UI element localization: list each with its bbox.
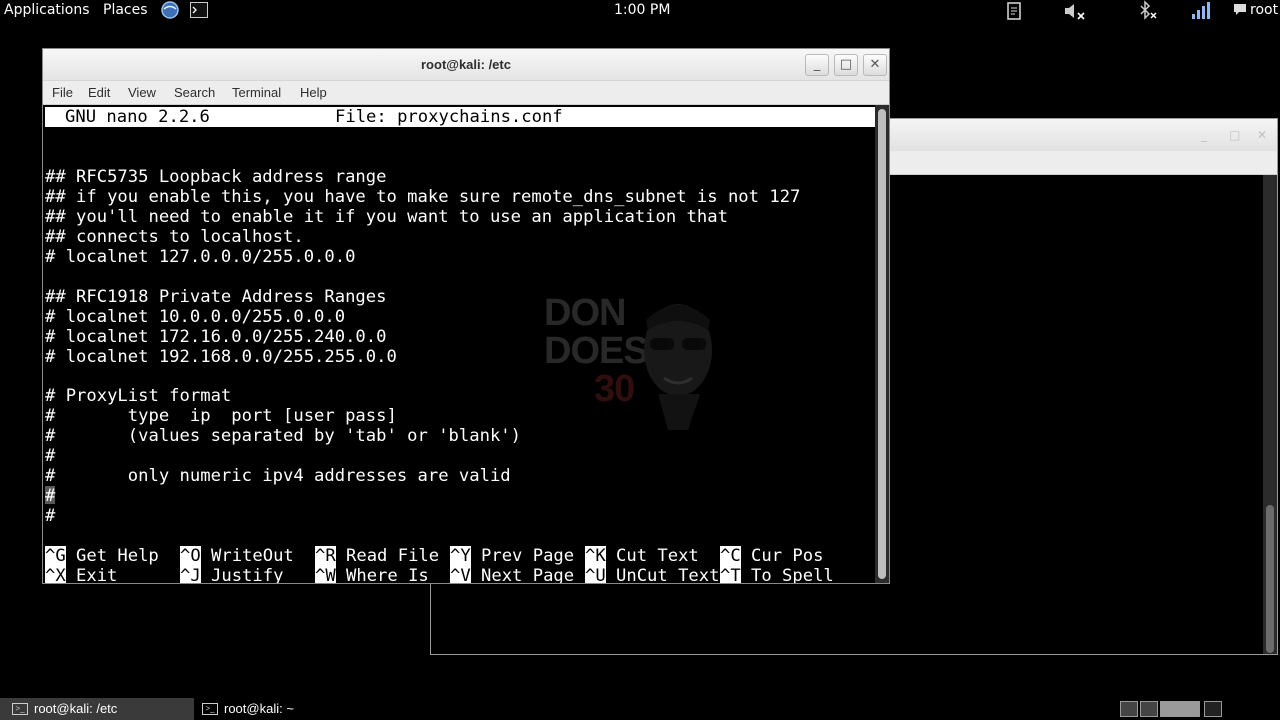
background-minimize-button[interactable]: _ — [1201, 128, 1207, 142]
network-signal-icon[interactable] — [1190, 0, 1212, 22]
shortcut-key: ^K — [585, 546, 606, 566]
shortcut-key: ^O — [180, 546, 201, 566]
terminal-icon: >_ — [202, 703, 218, 715]
shortcut-key: ^X — [45, 566, 66, 583]
chat-icon[interactable] — [1232, 0, 1248, 20]
file-line: ## RFC5735 Loopback address range — [45, 167, 387, 187]
volume-muted-icon[interactable] — [1062, 0, 1088, 22]
file-line: # localnet 172.16.0.0/255.240.0.0 — [45, 327, 387, 347]
menubar: File Edit View Search Terminal Help — [43, 81, 889, 105]
shortcut-where-is[interactable]: Where Is — [346, 566, 429, 583]
maximize-button[interactable]: □ — [834, 54, 858, 76]
file-line: # type ip port [user pass] — [45, 406, 397, 426]
taskbar-item-etc[interactable]: >_ root@kali: /etc — [0, 698, 194, 720]
workspace-2[interactable] — [1140, 701, 1158, 717]
file-line: ## if you enable this, you have to make … — [45, 187, 801, 207]
shortcut-justify[interactable]: Justify — [211, 566, 283, 583]
minimize-button[interactable]: _ — [805, 54, 829, 76]
clipboard-icon[interactable] — [1004, 0, 1026, 22]
clock[interactable]: 1:00 PM — [614, 2, 670, 18]
file-line: ## you'll need to enable it if you want … — [45, 207, 728, 227]
menu-view[interactable]: View — [128, 85, 156, 100]
shortcut-cut-text[interactable]: Cut Text — [616, 546, 699, 566]
shortcut-key: ^G — [45, 546, 66, 566]
shortcut-key: ^C — [720, 546, 741, 566]
workspace-1[interactable] — [1120, 701, 1138, 717]
file-line: # — [45, 506, 56, 526]
shortcut-key: ^V — [450, 566, 471, 583]
shortcut-key: ^J — [180, 566, 201, 583]
places-menu[interactable]: Places — [103, 2, 148, 18]
terminal-area[interactable]: GNU nano 2.2.6 File: proxychains.conf ##… — [43, 105, 877, 583]
text-cursor — [45, 486, 55, 504]
shortcut-key: ^T — [720, 566, 741, 583]
menu-file[interactable]: File — [52, 85, 73, 100]
menu-terminal[interactable]: Terminal — [232, 85, 281, 100]
taskbar-item-label: root@kali: ~ — [224, 701, 294, 716]
applications-menu[interactable]: Applications — [4, 2, 90, 18]
browser-icon[interactable] — [160, 0, 180, 20]
top-panel: Applications Places 1:00 PM root — [0, 0, 1280, 22]
terminal-icon: >_ — [12, 703, 28, 715]
close-button[interactable]: ✕ — [863, 54, 887, 76]
background-scrollbar[interactable] — [1263, 175, 1277, 654]
nano-version: GNU nano 2.2.6 — [65, 107, 210, 127]
watermark-face-icon — [644, 304, 712, 430]
menu-help[interactable]: Help — [300, 85, 327, 100]
file-line: # ProxyList format — [45, 386, 232, 406]
bottom-panel: >_ root@kali: /etc >_ root@kali: ~ — [0, 698, 1280, 720]
shortcut-to-spell[interactable]: To Spell — [751, 566, 834, 583]
workspace-4[interactable] — [1204, 701, 1222, 717]
background-scrollbar-thumb[interactable] — [1266, 505, 1274, 653]
file-line: # localnet 127.0.0.0/255.0.0.0 — [45, 247, 356, 267]
workspace-3-active[interactable] — [1160, 701, 1200, 717]
shortcut-key: ^U — [585, 566, 606, 583]
terminal-scrollbar[interactable] — [875, 105, 889, 583]
nano-filename: File: proxychains.conf — [335, 107, 563, 127]
file-line: # (values separated by 'tab' or 'blank') — [45, 426, 521, 446]
shortcut-writeout[interactable]: WriteOut — [211, 546, 294, 566]
shortcut-get-help[interactable]: Get Help — [76, 546, 159, 566]
taskbar-item-label: root@kali: /etc — [34, 701, 118, 716]
terminal-scrollbar-thumb[interactable] — [878, 109, 886, 579]
user-menu[interactable]: root — [1250, 2, 1278, 18]
file-line: # only numeric ipv4 addresses are valid — [45, 466, 511, 486]
shortcut-exit[interactable]: Exit — [76, 566, 117, 583]
shortcut-cur-pos[interactable]: Cur Pos — [751, 546, 823, 566]
window-title: root@kali: /etc — [421, 57, 511, 72]
shortcut-read-file[interactable]: Read File — [346, 546, 439, 566]
file-line: # localnet 10.0.0.0/255.0.0.0 — [45, 307, 346, 327]
shortcut-key: ^R — [315, 546, 336, 566]
menu-edit[interactable]: Edit — [88, 85, 110, 100]
file-line: ## connects to localhost. — [45, 227, 304, 247]
shortcut-key: ^W — [315, 566, 336, 583]
shortcut-next-page[interactable]: Next Page — [481, 566, 574, 583]
bluetooth-disabled-icon[interactable] — [1136, 0, 1160, 22]
background-close-button[interactable]: ✕ — [1257, 128, 1267, 142]
menu-search[interactable]: Search — [174, 85, 215, 100]
background-maximize-button[interactable]: □ — [1229, 128, 1240, 142]
shortcut-prev-page[interactable]: Prev Page — [481, 546, 574, 566]
file-line: # — [45, 446, 56, 466]
window-titlebar[interactable]: root@kali: /etc _ □ ✕ — [43, 49, 889, 81]
file-line: ## RFC1918 Private Address Ranges — [45, 287, 387, 307]
terminal-window[interactable]: root@kali: /etc _ □ ✕ File Edit View Sea… — [42, 48, 890, 584]
shortcut-uncut-text[interactable]: UnCut Text — [616, 566, 719, 583]
taskbar-item-home[interactable]: >_ root@kali: ~ — [190, 698, 390, 720]
nano-header: GNU nano 2.2.6 File: proxychains.conf — [45, 107, 875, 127]
watermark-logo: DON DOES 30 — [540, 290, 730, 440]
file-line: # localnet 192.168.0.0/255.255.0.0 — [45, 347, 397, 367]
terminal-icon[interactable] — [189, 0, 209, 20]
shortcut-key: ^Y — [450, 546, 471, 566]
